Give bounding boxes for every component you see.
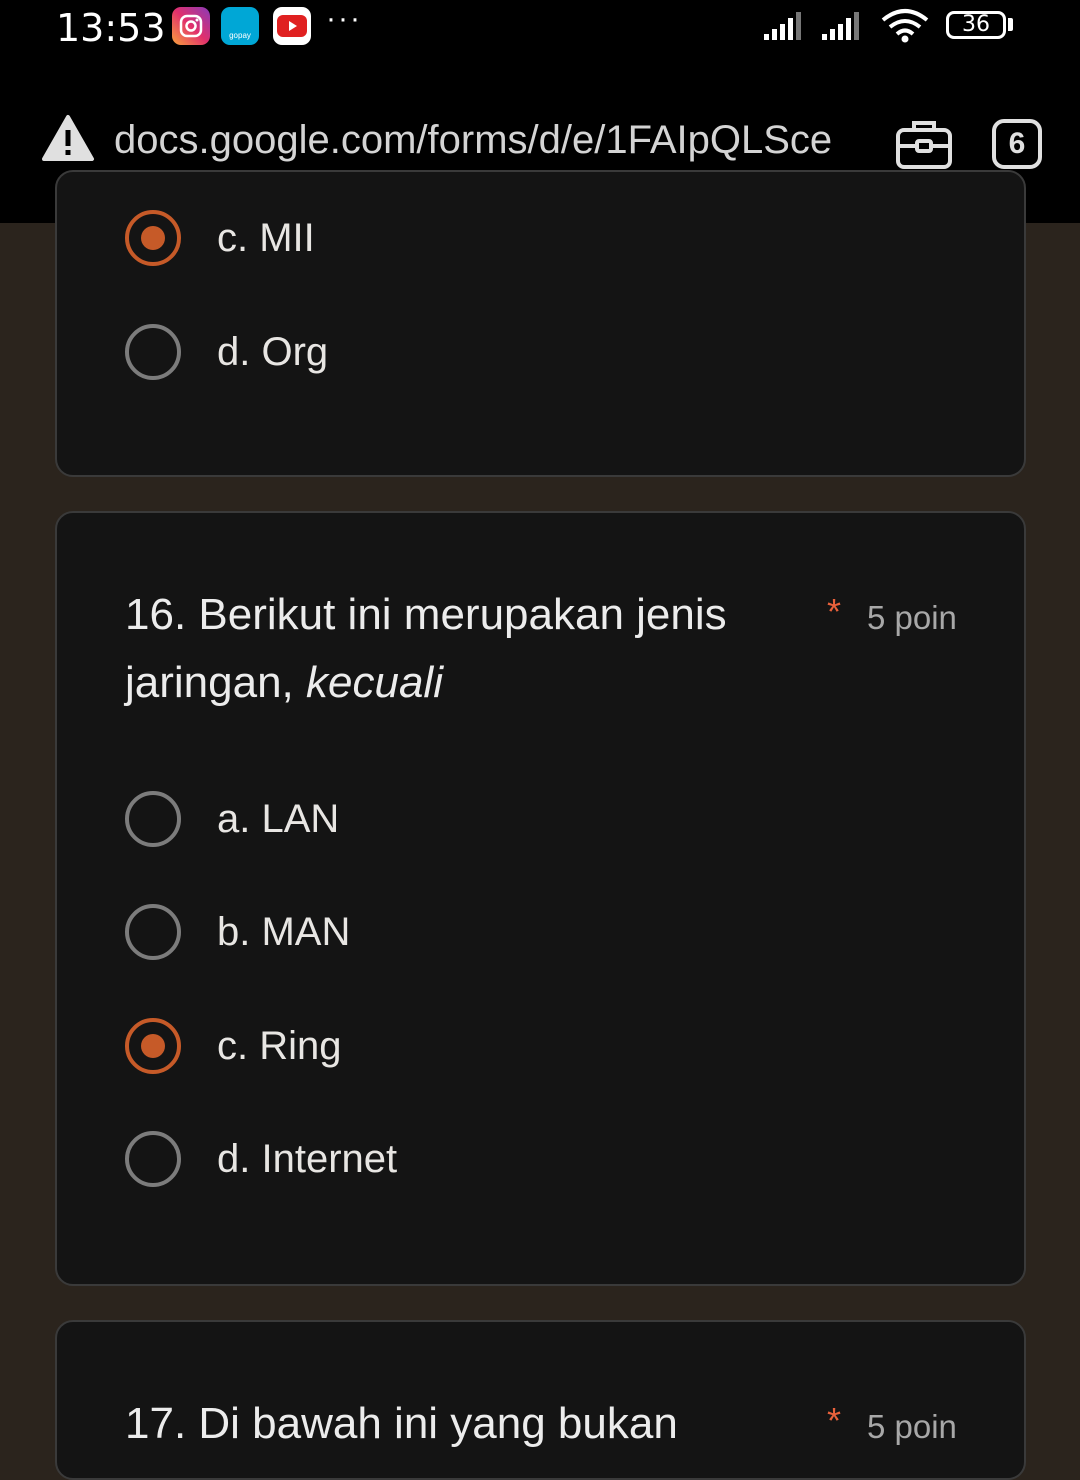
instagram-icon <box>172 7 210 45</box>
gopay-icon: gopay <box>221 7 259 45</box>
gopay-label: gopay <box>229 30 251 40</box>
radio-unselected[interactable] <box>125 904 181 960</box>
radio-unselected[interactable] <box>125 791 181 847</box>
question-card-17: 17. Di bawah ini yang bukan * 5 poin <box>55 1320 1026 1480</box>
url-text[interactable]: docs.google.com/forms/d/e/1FAIpQLSce <box>114 118 874 163</box>
option-b-man[interactable]: b. MAN <box>125 902 350 962</box>
option-d-org[interactable]: d. Org <box>125 322 328 382</box>
question-title: 17. Di bawah ini yang bukan <box>125 1399 678 1448</box>
tab-switcher-button[interactable]: 6 <box>992 119 1042 169</box>
youtube-icon <box>273 7 311 45</box>
option-a-lan[interactable]: a. LAN <box>125 789 339 849</box>
question-title: 16. Berikut ini merupakan jenis jaringan… <box>125 581 805 717</box>
warning-icon[interactable] <box>41 114 95 162</box>
option-label: b. MAN <box>217 909 351 954</box>
option-label: c. Ring <box>217 1023 342 1068</box>
battery-icon: 36 <box>946 11 1006 39</box>
required-asterisk: * <box>827 591 842 632</box>
battery-tip <box>1008 18 1013 31</box>
option-label: c. MII <box>217 215 315 260</box>
signal-strength-icon <box>764 12 801 40</box>
option-c-ring[interactable]: c. Ring <box>125 1016 342 1076</box>
status-bar: 13:53 gopay ··· 36 <box>0 0 1080 72</box>
radio-unselected[interactable] <box>125 1131 181 1187</box>
more-notifications-icon: ··· <box>326 2 362 35</box>
question-title-emphasis: kecuali <box>306 658 443 707</box>
points-label: 5 poin <box>867 599 957 636</box>
required-asterisk: * <box>827 1400 842 1441</box>
status-time: 13:53 <box>56 6 166 50</box>
option-c-mii[interactable]: c. MII <box>125 208 315 268</box>
radio-unselected[interactable] <box>125 324 181 380</box>
briefcase-icon[interactable] <box>895 118 953 170</box>
option-label: a. LAN <box>217 796 340 841</box>
signal-strength-2-icon <box>822 12 859 40</box>
question-card-16: 16. Berikut ini merupakan jenis jaringan… <box>55 511 1026 1286</box>
option-label: d. Internet <box>217 1136 398 1181</box>
option-label: d. Org <box>217 329 329 374</box>
points-label: 5 poin <box>867 1408 957 1445</box>
wifi-icon <box>881 9 929 43</box>
question-card-previous: c. MII d. Org <box>55 170 1026 477</box>
option-d-internet[interactable]: d. Internet <box>125 1129 397 1189</box>
radio-selected[interactable] <box>125 1018 181 1074</box>
radio-selected[interactable] <box>125 210 181 266</box>
